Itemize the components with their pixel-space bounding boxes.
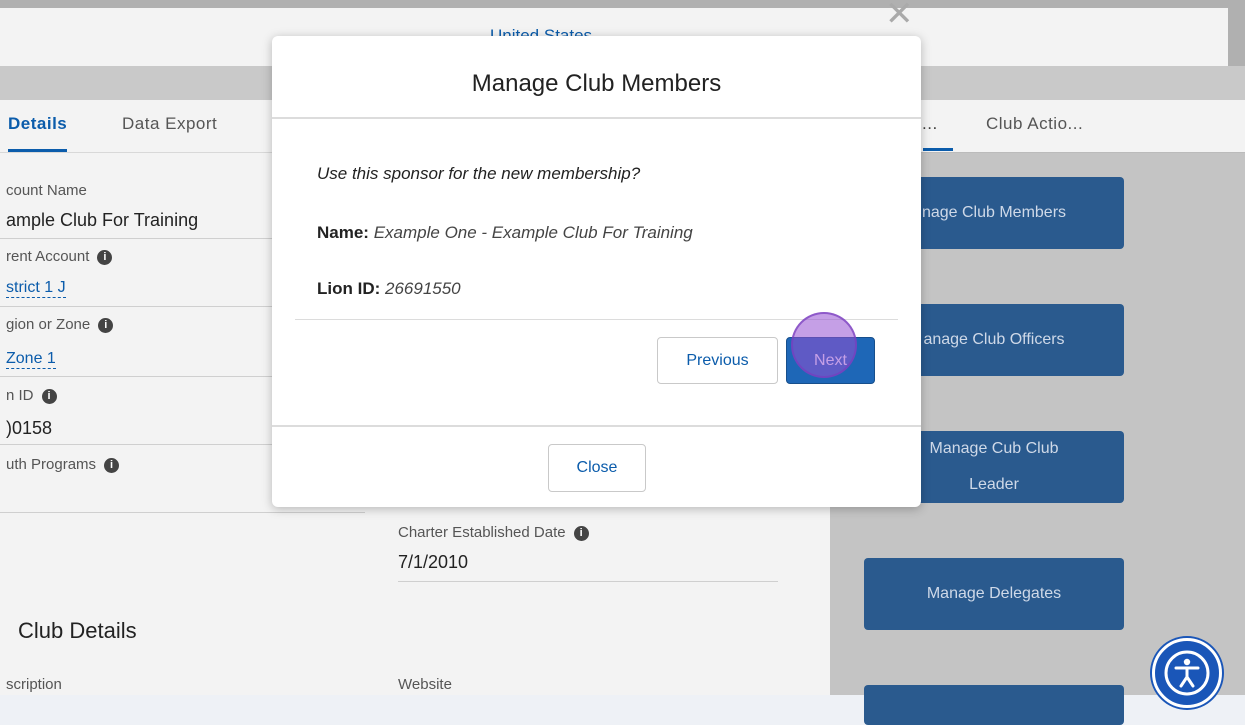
parent-account-link[interactable]: strict 1 J <box>6 279 66 298</box>
side-action-button[interactable] <box>864 685 1124 725</box>
active-tab-underline <box>923 148 953 151</box>
info-icon[interactable]: i <box>97 250 113 265</box>
sponsor-lion-id-label: Lion ID: <box>317 279 381 298</box>
parent-account-label-text: rent Account <box>6 248 90 265</box>
manage-delegates-button[interactable]: Manage Delegates <box>864 558 1124 630</box>
accessibility-button[interactable] <box>1152 638 1222 708</box>
modal-footer-divider <box>272 425 921 427</box>
lion-id-value: )0158 <box>6 418 53 438</box>
info-icon[interactable]: i <box>98 318 114 333</box>
accessibility-icon <box>1164 650 1210 696</box>
manage-club-members-modal: Manage Club Members Use this sponsor for… <box>272 36 921 507</box>
charter-date-label: Charter Established Date i <box>398 524 589 541</box>
account-name-label: count Name <box>6 182 87 199</box>
parent-account-label: rent Account i <box>6 248 113 265</box>
charter-date-label-text: Charter Established Date <box>398 524 566 541</box>
charter-date-value: 7/1/2010 <box>398 552 469 572</box>
sponsor-name-label: Name: <box>317 223 369 242</box>
info-icon[interactable]: i <box>41 389 57 404</box>
field-divider <box>398 581 778 582</box>
previous-button[interactable]: Previous <box>657 337 778 384</box>
club-details-title: Club Details <box>18 618 137 643</box>
modal-header-divider <box>272 117 921 119</box>
info-icon[interactable]: i <box>573 526 589 541</box>
tab-details[interactable]: Details <box>8 114 68 152</box>
field-divider <box>0 512 365 513</box>
modal-title: Manage Club Members <box>471 70 722 97</box>
sponsor-name-row: Name: Example One - Example Club For Tra… <box>317 223 693 243</box>
sponsor-lion-id-value: 26691550 <box>385 279 461 298</box>
close-icon[interactable]: ✕ <box>885 0 914 34</box>
sponsor-name-value: Example One - Example Club For Training <box>373 223 693 242</box>
region-zone-label: gion or Zone i <box>6 316 114 333</box>
lion-id-label: n ID i <box>6 387 57 404</box>
account-name-value: ample Club For Training <box>6 210 199 230</box>
sponsor-lion-id-row: Lion ID: 26691550 <box>317 279 461 299</box>
info-icon[interactable]: i <box>104 458 120 473</box>
close-button[interactable]: Close <box>548 444 646 492</box>
region-zone-label-text: gion or Zone <box>6 316 91 333</box>
sponsor-question: Use this sponsor for the new membership? <box>317 164 641 183</box>
website-label: Website <box>398 676 452 693</box>
youth-programs-label: uth Programs i <box>6 456 120 473</box>
lion-id-label-text: n ID <box>6 387 34 404</box>
description-label: scription <box>6 676 62 693</box>
youth-programs-label-text: uth Programs <box>6 456 97 473</box>
tab-club-actions[interactable]: Club Actio... <box>986 114 1083 134</box>
tab-truncated[interactable]: ... <box>922 114 938 134</box>
region-zone-link[interactable]: Zone 1 <box>6 350 56 369</box>
click-indicator <box>791 312 857 378</box>
tab-data-export[interactable]: Data Export <box>122 114 217 134</box>
